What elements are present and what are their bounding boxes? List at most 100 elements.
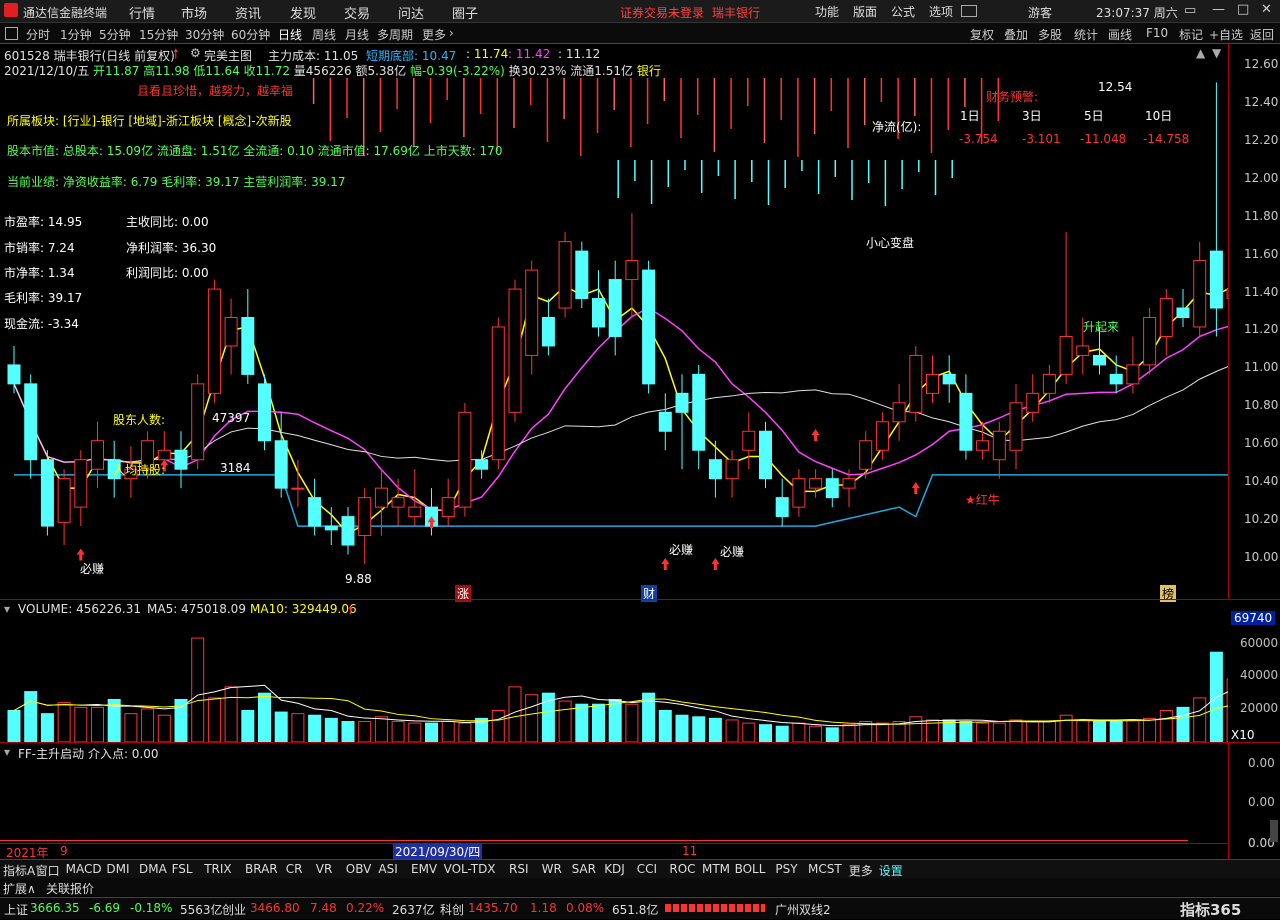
tool-duogu[interactable]: 多股 — [1038, 26, 1062, 43]
volume-collapse-icon[interactable]: ▾ — [4, 602, 10, 616]
tab-1min[interactable]: 1分钟 — [60, 26, 92, 43]
indicator-tab-11[interactable]: ASI — [378, 862, 397, 876]
volume-bar — [391, 721, 405, 742]
menu-zixun[interactable]: 资讯 — [235, 3, 261, 22]
volume-chart[interactable] — [0, 616, 1228, 742]
tool-huaxian[interactable]: 画线 — [1108, 26, 1132, 43]
window-maximize-icon[interactable]: □ — [1237, 2, 1249, 17]
indicator-tab-12[interactable]: EMV — [411, 862, 437, 876]
flow-value-10: -14.758 — [1143, 132, 1190, 146]
menu-banmian[interactable]: 版面 — [853, 3, 877, 20]
menu-gongneng[interactable]: 功能 — [815, 3, 839, 20]
menu-jiaoyi[interactable]: 交易 — [344, 3, 370, 22]
indicator-tab-24[interactable]: 更多 — [849, 862, 873, 879]
menu-xuanxiang[interactable]: 选项 — [929, 3, 953, 20]
volume-bar — [458, 722, 472, 742]
indicator-tab-10[interactable]: OBV — [346, 862, 372, 876]
indicator-tab-20[interactable]: MTM — [702, 862, 730, 876]
indicator-tab-17[interactable]: KDJ — [604, 862, 625, 876]
kc-name[interactable]: 科创 — [440, 901, 464, 918]
indicator-tab-15[interactable]: WR — [542, 862, 562, 876]
menu-hangqing[interactable]: 行情 — [129, 3, 155, 22]
indicator-tab-1[interactable]: 窗口 — [36, 862, 60, 879]
tool-f10[interactable]: F10 — [1146, 26, 1168, 40]
collapse-icon[interactable]: ▲ — [1196, 46, 1205, 60]
tab-related-quote[interactable]: 关联报价 — [46, 880, 94, 897]
volume-bar — [1009, 719, 1023, 742]
indicator-tab-3[interactable]: DMI — [106, 862, 129, 876]
tab-60min[interactable]: 60分钟 — [231, 26, 270, 43]
expand-icon[interactable]: ▼ — [1212, 46, 1221, 60]
menu-wenda[interactable]: 问达 — [398, 3, 424, 22]
tool-biaoji[interactable]: 标记 — [1179, 26, 1203, 43]
indicator-tab-8[interactable]: CR — [286, 862, 303, 876]
indicator-tab-14[interactable]: RSI — [509, 862, 529, 876]
flow-period-1: 1日 — [960, 109, 980, 123]
mail-icon[interactable] — [961, 5, 977, 17]
cy-change: 7.48 — [310, 901, 337, 915]
user-label[interactable]: 游客 — [1028, 4, 1052, 21]
tab-5min[interactable]: 5分钟 — [99, 26, 131, 43]
indicator-tab-7[interactable]: BRAR — [245, 862, 278, 876]
ff-axis-2: 0.00 — [1248, 795, 1275, 809]
tool-tongji[interactable]: 统计 — [1074, 26, 1098, 43]
buy-arrow-icon — [711, 558, 720, 570]
tool-add-watchlist[interactable]: +自选 — [1209, 26, 1243, 43]
indicator-tab-16[interactable]: SAR — [572, 862, 596, 876]
volume-bar — [558, 700, 572, 742]
indicator-tab-21[interactable]: BOLL — [735, 862, 766, 876]
menu-gongshi[interactable]: 公式 — [891, 3, 915, 20]
tab-multi-period[interactable]: 多周期 — [377, 26, 413, 43]
tab-weekly[interactable]: 周线 — [312, 26, 336, 43]
indicator-tab-2[interactable]: MACD — [66, 862, 102, 876]
tab-more[interactable]: 更多 — [422, 26, 446, 43]
window-close-icon[interactable]: ✕ — [1261, 2, 1272, 17]
menu-faxian[interactable]: 发现 — [290, 3, 316, 22]
indicator-tab-0[interactable]: 指标A — [3, 862, 35, 879]
volume-bar — [825, 727, 839, 742]
metric-profit-yoy: 利润同比: 0.00 — [126, 266, 209, 280]
tab-daily[interactable]: 日线 — [278, 26, 302, 43]
sh-name[interactable]: 上证 — [4, 901, 28, 918]
cy-name[interactable]: 创业 — [222, 901, 246, 918]
menu-shichang[interactable]: 市场 — [181, 3, 207, 22]
tool-back[interactable]: 返回 — [1250, 26, 1274, 43]
volume-bar — [642, 692, 656, 742]
tab-15min[interactable]: 15分钟 — [139, 26, 178, 43]
tab-monthly[interactable]: 月线 — [345, 26, 369, 43]
indicator-tab-22[interactable]: PSY — [775, 862, 797, 876]
pane-divider[interactable] — [0, 599, 1280, 600]
server-name[interactable]: 广州双线2 — [775, 901, 831, 918]
settings-gear-icon[interactable]: ⚙ — [190, 46, 201, 60]
candle-body — [1176, 307, 1190, 318]
menu-quanzi[interactable]: 圈子 — [452, 3, 478, 22]
tab-30min[interactable]: 30分钟 — [185, 26, 224, 43]
tool-fuquan[interactable]: 复权 — [970, 26, 994, 43]
slogan: 且看且珍惜，越努力，越幸福 — [137, 84, 294, 98]
tab-expand[interactable]: 扩展∧ — [3, 880, 36, 897]
indicator-tab-25[interactable]: 设置 — [879, 862, 903, 879]
flow-value-3: -3.101 — [1022, 132, 1061, 146]
indicator-tab-19[interactable]: ROC — [669, 862, 695, 876]
login-notice[interactable]: 证券交易未登录 — [620, 4, 704, 21]
ff-collapse-icon[interactable]: ▾ — [4, 745, 10, 759]
toggle-panel-icon[interactable] — [5, 27, 18, 40]
indicator-tab-4[interactable]: DMA — [139, 862, 167, 876]
indicator-tab-18[interactable]: CCI — [637, 862, 657, 876]
window-minimize-icon[interactable]: — — [1212, 2, 1225, 17]
tool-diejia[interactable]: 叠加 — [1004, 26, 1028, 43]
indicator-tab-5[interactable]: FSL — [172, 862, 193, 876]
indicator-tab-9[interactable]: VR — [316, 862, 333, 876]
candle-body — [1209, 250, 1223, 309]
indicator-tab-23[interactable]: MCST — [808, 862, 842, 876]
indicator-tab-6[interactable]: TRIX — [204, 862, 231, 876]
pane-divider[interactable] — [0, 742, 1280, 743]
price-tick-9: 10.80 — [1244, 398, 1279, 413]
indicator-tab-13[interactable]: VOL-TDX — [444, 862, 496, 876]
tab-fenshi[interactable]: 分时 — [26, 26, 50, 43]
chevron-right-icon[interactable]: › — [449, 26, 454, 40]
window-restore-icon[interactable]: ▭ — [1184, 3, 1196, 18]
flow-period-3: 3日 — [1022, 109, 1042, 123]
volume-bar — [358, 721, 372, 742]
scroll-handle[interactable] — [1270, 820, 1278, 842]
